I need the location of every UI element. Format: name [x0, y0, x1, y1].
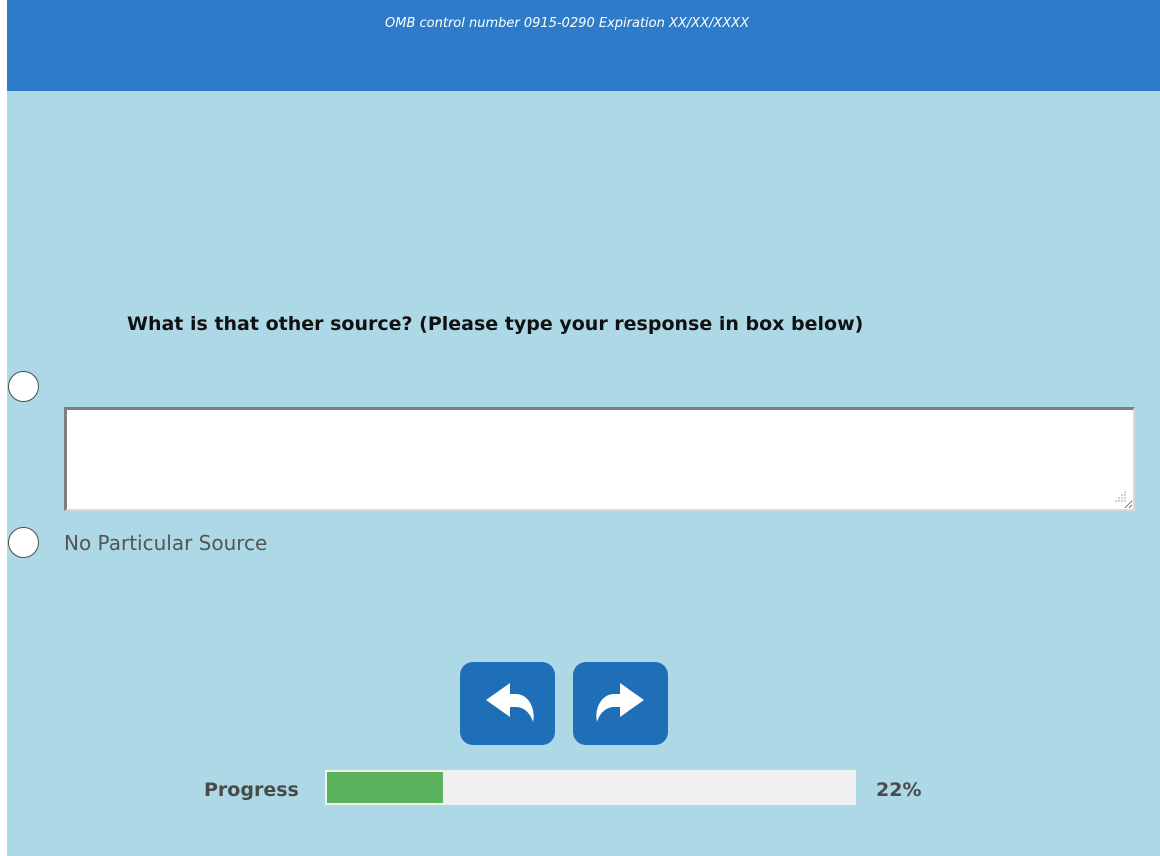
survey-page: OMB control number 0915-0290 Expiration …	[7, 0, 1160, 856]
header-bar: OMB control number 0915-0290 Expiration …	[7, 0, 1160, 91]
option-label-no-particular-source[interactable]: No Particular Source	[64, 531, 267, 555]
resize-grip-icon[interactable]	[1115, 490, 1127, 502]
next-button[interactable]	[573, 662, 668, 745]
progress-bar	[325, 770, 856, 805]
back-button[interactable]	[460, 662, 555, 745]
radio-no-particular-source[interactable]	[8, 527, 39, 558]
radio-other-source[interactable]	[8, 371, 39, 402]
question-text: What is that other source? (Please type …	[127, 313, 864, 335]
progress-label: Progress	[204, 779, 299, 801]
progress-fill	[327, 772, 443, 803]
omb-control-text: OMB control number 0915-0290 Expiration …	[385, 16, 749, 31]
other-source-textarea[interactable]	[64, 407, 1135, 511]
progress-percent: 22%	[876, 779, 922, 801]
redo-arrow-icon	[596, 683, 644, 722]
undo-arrow-icon	[486, 683, 534, 722]
